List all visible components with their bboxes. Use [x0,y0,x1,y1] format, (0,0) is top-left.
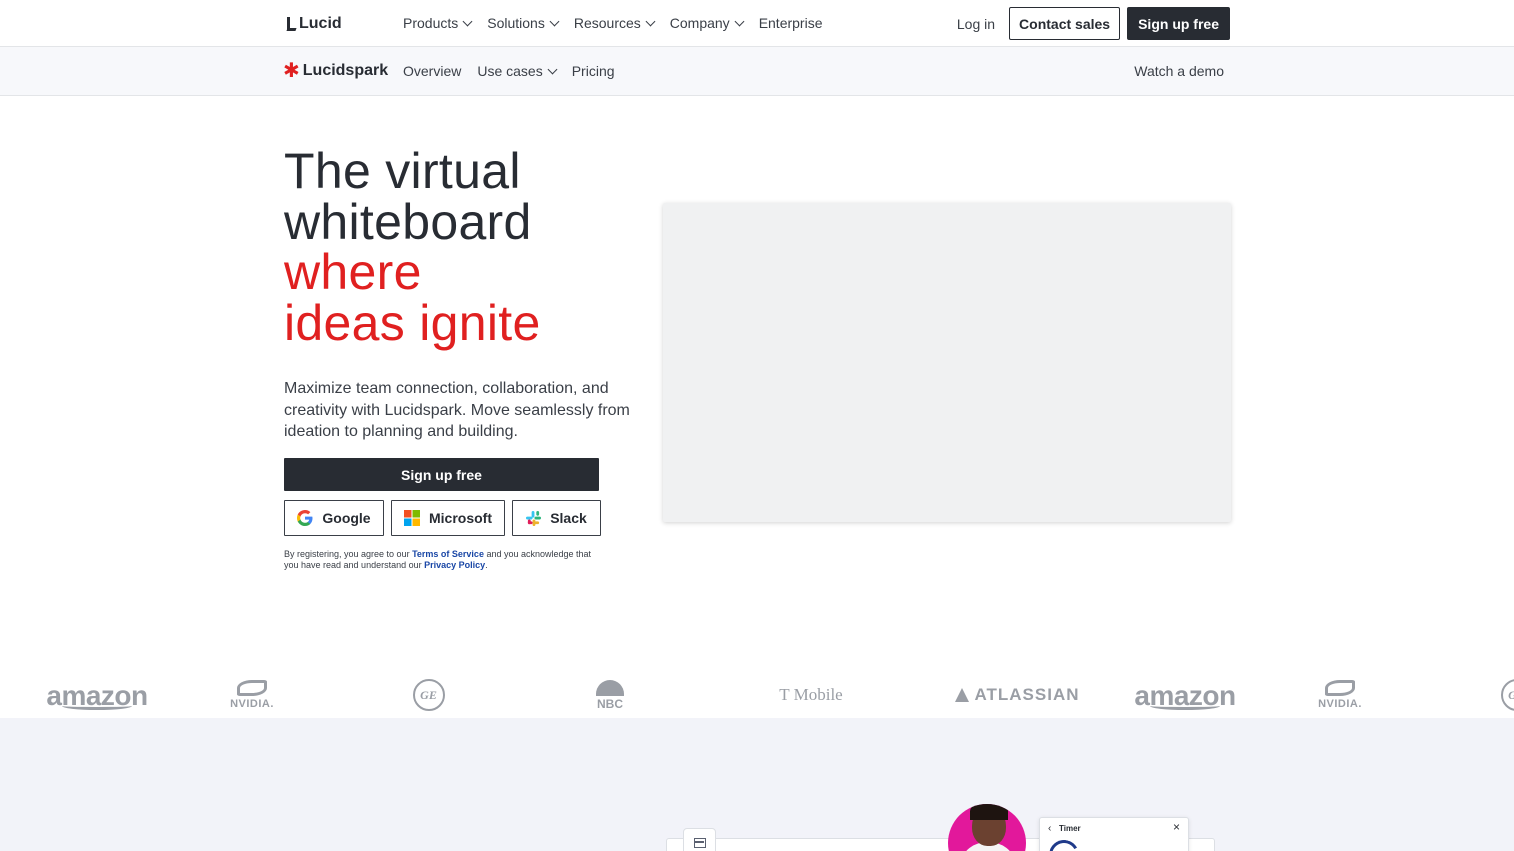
tmobile-logo-text: T Mobile [779,685,843,704]
contact-sales-button[interactable]: Contact sales [1009,7,1121,40]
spark-asterisk-icon: ✱ [283,60,300,82]
google-label: Google [322,510,371,526]
menu-solutions-label: Solutions [487,15,545,31]
lucid-logo[interactable]: Lucid [286,14,342,34]
hero-title-line2: whiteboard [284,193,532,250]
product-preview-section: ‹ Timer × [0,718,1514,851]
menu-enterprise-label: Enterprise [758,15,823,31]
menu-solutions[interactable]: Solutions [487,15,560,31]
atlassian-logo-text: ATLASSIAN [974,685,1080,704]
nvidia-logo-repeat: NVIDIA. [1316,672,1364,718]
microsoft-label: Microsoft [429,510,492,526]
hero-description: Maximize team connection, collaboration,… [284,380,630,440]
subnav-pricing[interactable]: Pricing [572,63,615,79]
top-navigation: Lucid Products Solutions Resources Compa… [0,0,1514,47]
customer-logo-strip: amazon NVIDIA. GE NBC T Mobile ATLASSIAN… [0,672,1514,718]
signup-free-button[interactable]: Sign up free [284,458,599,491]
watch-demo-link[interactable]: Watch a demo [1134,63,1224,79]
nvidia-eye-icon [1325,680,1355,696]
hero-title-accent1: where [284,244,422,300]
nbc-logo-text: NBC [597,696,623,711]
lucid-logo-icon [286,17,296,31]
ge-logo-mark: GE [412,679,445,711]
privacy-policy-link[interactable]: Privacy Policy [424,560,485,570]
google-signup-button[interactable]: Google [284,500,384,536]
amazon-logo-repeat: amazon [1134,672,1236,718]
slack-icon [526,510,542,526]
close-icon[interactable]: × [1173,820,1180,834]
signup-button-header[interactable]: Sign up free [1127,7,1230,40]
nav-actions: Log in Contact sales Sign up free [957,7,1230,40]
slack-signup-button[interactable]: Slack [512,500,601,536]
atlassian-triangle-icon [954,688,969,702]
hero-video-placeholder [663,203,1231,522]
hero-title: The virtual whiteboard where ideas ignit… [284,146,644,348]
panel-icon [693,838,706,848]
lucidspark-logo-text: Lucidspark [302,62,389,79]
panel-toggle-button[interactable] [683,828,716,851]
microsoft-icon [404,510,420,526]
hero-title-line1: The virtual [284,143,521,199]
legal-text-3: . [485,560,488,570]
collaborator-avatar [948,804,1026,851]
microsoft-signup-button[interactable]: Microsoft [391,500,505,536]
sso-buttons: Google Microsoft Slack [284,500,601,536]
subnav-overview-label: Overview [403,63,462,79]
subnav-pricing-label: Pricing [571,63,615,79]
chevron-down-icon [734,16,745,26]
nvidia-logo: NVIDIA. [228,672,276,718]
nvidia-logo-text: NVIDIA. [230,698,274,710]
menu-resources-label: Resources [573,15,641,31]
timer-widget: ‹ Timer × [1039,817,1189,851]
tmobile-logo: T Mobile [776,672,846,718]
chevron-left-icon[interactable]: ‹ [1048,823,1051,834]
amazon-smile-icon [62,702,132,710]
main-menu: Products Solutions Resources Company Ent… [403,15,823,31]
product-menu: Overview Use cases Pricing [403,63,615,79]
ge-logo-mark: GE [1500,679,1514,711]
slack-label: Slack [550,510,587,526]
menu-enterprise[interactable]: Enterprise [759,15,823,31]
nbc-logo: NBC [594,672,626,718]
nvidia-eye-icon [237,680,267,696]
legal-text-1: By registering, you agree to our [284,549,413,559]
lucidspark-logo[interactable]: ✱ Lucidspark [283,60,389,82]
legal-notice: By registering, you agree to our Terms o… [284,549,604,571]
nbc-peacock-icon [596,679,624,696]
amazon-logo: amazon [46,672,148,718]
timer-progress-ring [1045,836,1083,851]
timer-title: Timer [1059,824,1081,833]
menu-resources[interactable]: Resources [573,15,656,31]
amazon-smile-icon [1150,702,1220,710]
menu-products-label: Products [403,15,459,31]
login-link[interactable]: Log in [957,16,995,32]
subnav-overview[interactable]: Overview [403,63,461,79]
product-subnav: ✱ Lucidspark Overview Use cases Pricing … [0,47,1514,96]
chevron-down-icon [462,16,473,26]
chevron-down-icon [547,64,558,74]
terms-of-service-link[interactable]: Terms of Service [412,549,484,559]
ge-logo: GE [412,672,445,718]
lucid-logo-text: Lucid [299,15,342,32]
hero-title-accent2: ideas ignite [284,294,541,351]
subnav-use-cases[interactable]: Use cases [477,63,558,79]
google-icon [297,510,313,526]
chevron-down-icon [645,16,656,26]
menu-products[interactable]: Products [403,15,473,31]
atlassian-logo: ATLASSIAN [954,672,1080,718]
menu-company[interactable]: Company [669,15,745,31]
subnav-use-cases-label: Use cases [477,63,543,79]
nvidia-logo-text: NVIDIA. [1318,698,1362,710]
menu-company-label: Company [669,15,730,31]
avatar-hair [970,804,1008,820]
ge-logo-repeat: GE [1500,672,1514,718]
chevron-down-icon [549,16,560,26]
